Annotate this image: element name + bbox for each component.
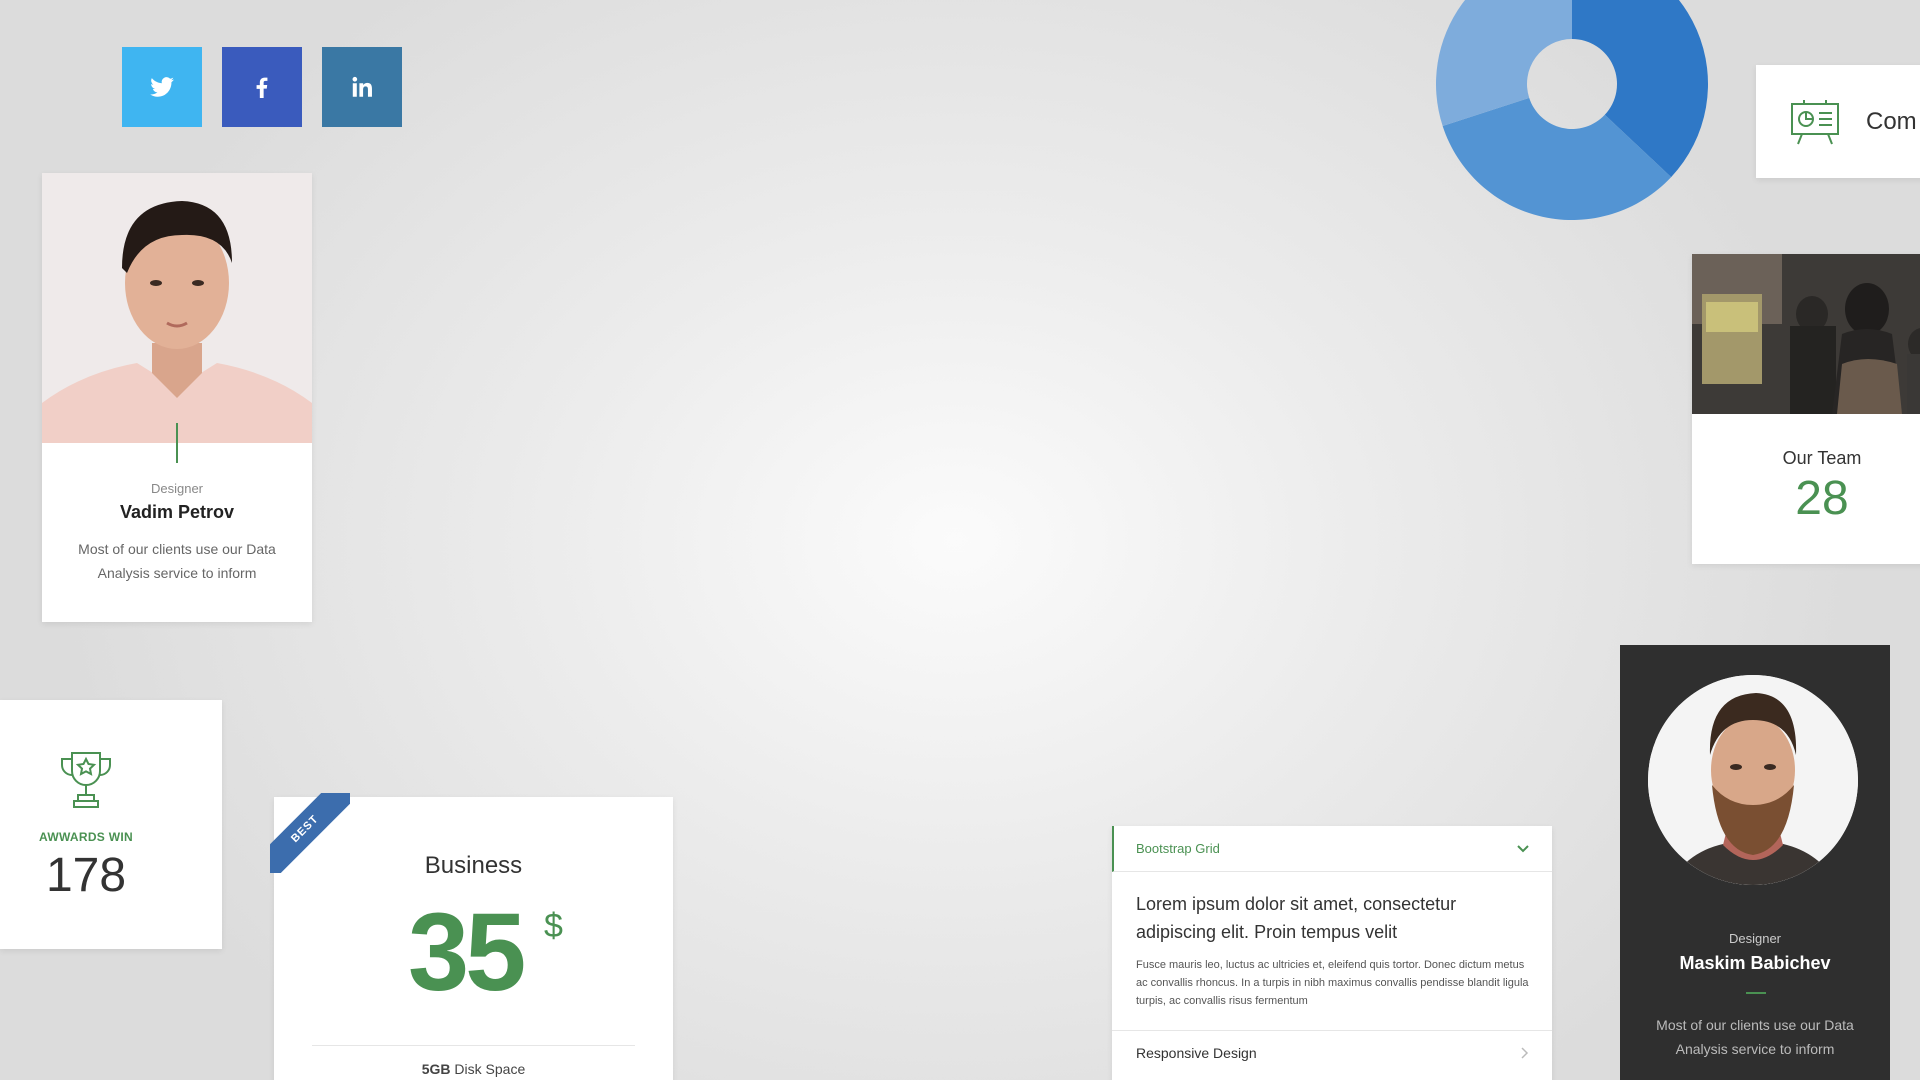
profile-name: Maskim Babichev xyxy=(1679,953,1831,973)
linkedin-button[interactable] xyxy=(322,47,402,127)
profile-name: Vadim Petrov xyxy=(119,502,235,522)
profile-card-maskim: Designer Maskim Babichev Most of our cli… xyxy=(1620,645,1890,1080)
profile-card-vadim: Designer Vadim Petrov Most of our client… xyxy=(42,173,312,622)
profile-description: Most of our clients use our Data Analysi… xyxy=(78,541,276,581)
divider xyxy=(176,423,178,463)
profile-photo xyxy=(42,173,312,443)
team-count: 28 xyxy=(1795,472,1849,525)
accordion-title: Responsive Design xyxy=(1136,1045,1257,1061)
donut-chart xyxy=(1436,0,1708,220)
price-currency: $ xyxy=(544,907,563,945)
twitter-icon xyxy=(150,77,174,97)
awards-label: AWWARDS WIN xyxy=(39,830,133,844)
profile-role: Designer xyxy=(150,481,204,496)
avatar xyxy=(1648,675,1858,885)
awards-card: AWWARDS WIN 178 xyxy=(0,700,222,949)
profile-description: Most of our clients use our Data Analysi… xyxy=(1656,1017,1854,1057)
chevron-right-icon xyxy=(1521,1047,1529,1059)
plan-price: 35 xyxy=(408,891,526,1014)
linkedin-icon xyxy=(352,76,372,97)
panel-text: Fusce mauris leo, luctus ac ultricies et… xyxy=(1136,959,1529,1007)
accordion-panel: Lorem ipsum dolor sit amet, consectetur … xyxy=(1112,872,1552,1031)
feature-amount: 5GB xyxy=(421,1061,451,1077)
ribbon-label: BEST xyxy=(270,793,350,873)
awards-count: 178 xyxy=(45,849,127,902)
stat-card-com: Com xyxy=(1756,65,1920,178)
team-label: Our Team xyxy=(1782,448,1862,468)
divider xyxy=(1746,992,1766,994)
chevron-down-icon xyxy=(1517,844,1529,852)
accordion-title: Bootstrap Grid xyxy=(1136,841,1220,856)
feature-text: Disk Space xyxy=(450,1061,526,1077)
accordion-header-responsive-design[interactable]: Responsive Design xyxy=(1112,1031,1552,1075)
profile-role: Designer xyxy=(1728,931,1782,946)
facebook-icon xyxy=(256,77,268,99)
trophy-icon xyxy=(61,752,111,808)
divider xyxy=(312,1045,635,1046)
presentation-chart-icon xyxy=(1791,99,1839,144)
team-stat-card: Our Team 28 xyxy=(1692,254,1920,564)
plan-feature: 5GB Disk Space xyxy=(274,1061,673,1077)
team-photo xyxy=(1692,254,1920,414)
best-ribbon: BEST xyxy=(270,793,350,873)
accordion: Bootstrap Grid Lorem ipsum dolor sit ame… xyxy=(1112,826,1552,1080)
twitter-button[interactable] xyxy=(122,47,202,127)
panel-lead: Lorem ipsum dolor sit amet, consectetur … xyxy=(1136,894,1457,942)
com-card-label: Com xyxy=(1866,107,1917,135)
accordion-header-bootstrap-grid[interactable]: Bootstrap Grid xyxy=(1112,826,1552,872)
facebook-button[interactable] xyxy=(222,47,302,127)
